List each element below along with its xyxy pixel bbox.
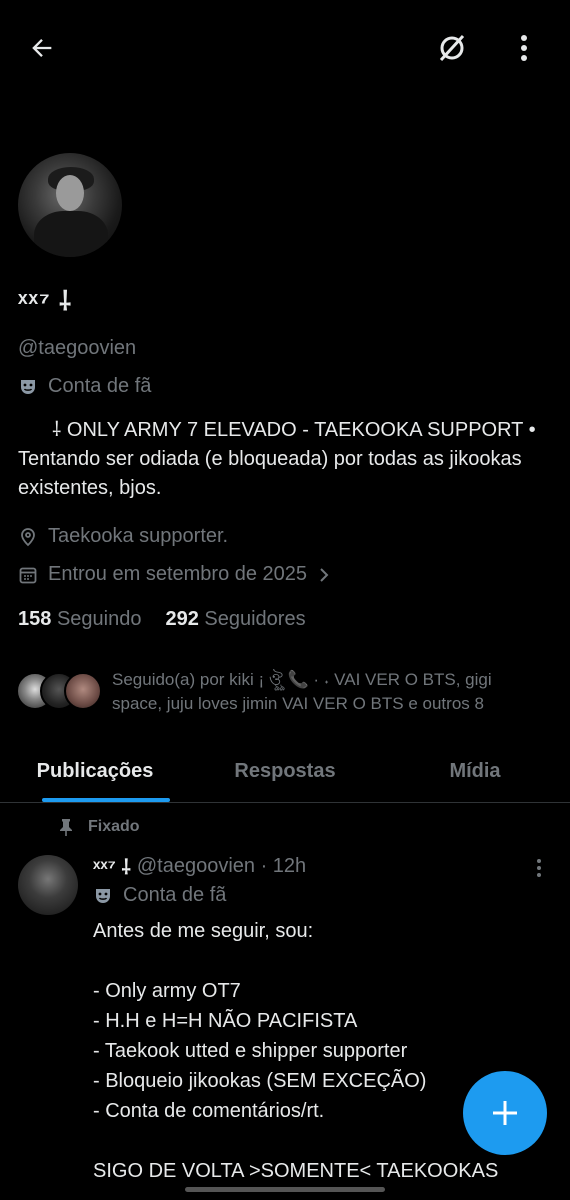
followed-by-row[interactable]: Seguido(a) por kiki ¡ ঔৣ 📞 · ˖ VAI VER O…	[16, 668, 546, 716]
profile-stats: 158 Seguindo 292 Seguidores	[18, 608, 306, 631]
fan-account-label: Conta de fã	[48, 375, 152, 397]
profile-handle: @taegoovien	[18, 337, 137, 359]
followers-label: Seguidores	[204, 608, 306, 630]
post-author-name[interactable]: ˣˣ⁷ ⸸	[93, 853, 131, 880]
compose-button[interactable]	[463, 1071, 547, 1155]
grok-button[interactable]	[430, 26, 474, 70]
profile-bio: ⸸ ONLY ARMY 7 ELEVADO - TAEKOOKA SUPPORT…	[18, 419, 536, 499]
pin-icon	[60, 819, 72, 836]
tab-label: Publicações	[36, 759, 154, 782]
tab-respostas[interactable]: Respostas	[190, 740, 380, 802]
more-vertical-icon	[537, 859, 541, 877]
theater-masks-icon	[96, 888, 110, 903]
profile-display-name: ˣˣ⁷ ⸸	[18, 286, 73, 316]
tab-midia[interactable]: Mídia	[380, 740, 570, 802]
location-pin-icon	[21, 527, 35, 546]
more-options-button[interactable]	[508, 28, 540, 68]
grok-icon	[439, 34, 465, 62]
profile-joined[interactable]: Entrou em setembro de 2025	[18, 563, 331, 586]
back-button[interactable]	[22, 28, 62, 68]
profile-tabs: Publicações Respostas Mídia	[0, 740, 570, 803]
following-count: 158	[18, 608, 52, 630]
joined-label: Entrou em setembro de 2025	[48, 563, 308, 585]
followers-link[interactable]: 292 Seguidores	[165, 608, 305, 631]
avatar	[64, 672, 102, 710]
tab-label: Mídia	[449, 759, 501, 782]
followed-by-text: Seguido(a) por kiki ¡ ঔৣ 📞 · ˖ VAI VER O…	[112, 670, 492, 713]
following-label: Seguindo	[56, 608, 142, 630]
post-more-button[interactable]	[527, 856, 551, 880]
tab-publicacoes[interactable]: Publicações	[0, 740, 190, 802]
followers-count: 292	[165, 608, 199, 630]
post-handle-time[interactable]: @taegoovien · 12h	[137, 855, 306, 878]
home-indicator[interactable]	[185, 1187, 385, 1192]
fan-account-label: Conta de fã	[123, 884, 227, 906]
plus-icon	[493, 1101, 517, 1125]
tab-label: Respostas	[234, 759, 336, 782]
post-header: ˣˣ⁷ ⸸ @taegoovien · 12h	[93, 853, 306, 880]
profile-avatar[interactable]	[18, 153, 122, 257]
more-vertical-icon	[521, 35, 527, 61]
profile-location: Taekooka supporter.	[18, 525, 228, 548]
arrow-left-icon	[32, 39, 52, 57]
follower-avatars	[16, 672, 102, 716]
following-link[interactable]: 158 Seguindo	[18, 608, 141, 631]
pinned-label: Fixado	[88, 818, 140, 835]
pinned-indicator: Fixado	[58, 818, 140, 836]
post-fan-badge: Conta de fã	[93, 884, 226, 907]
location-label: Taekooka supporter.	[48, 525, 229, 547]
post-author-avatar[interactable]	[18, 855, 78, 915]
chevron-right-icon	[320, 567, 329, 582]
calendar-icon	[19, 567, 37, 583]
fan-account-badge[interactable]: Conta de fã	[18, 375, 151, 398]
active-tab-indicator	[42, 798, 170, 802]
theater-masks-icon	[21, 379, 35, 394]
